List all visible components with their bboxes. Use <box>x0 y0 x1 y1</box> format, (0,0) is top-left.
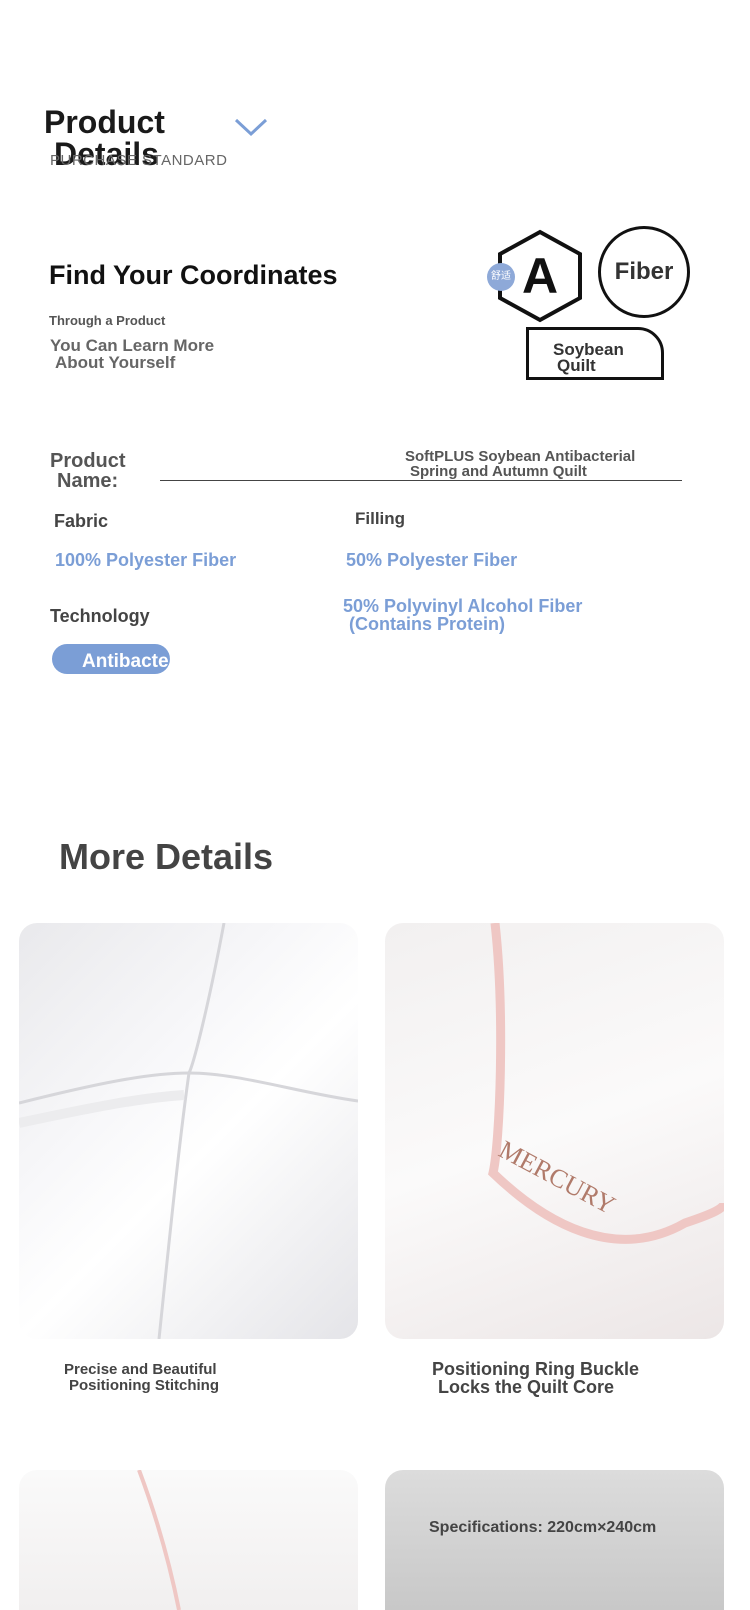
coordinates-title: Find Your Coordinates <box>49 260 338 290</box>
filling-label: Filling <box>355 509 406 528</box>
quilt-corner-image: MERCURY <box>488 923 724 1244</box>
product-name-value-b: Spring and Autumn Quilt <box>410 463 587 480</box>
fabric-value: 100% Polyester Fiber <box>55 550 237 570</box>
product-name-label-b: Name: <box>57 470 119 492</box>
comfort-badge: 舒适 <box>487 263 515 291</box>
product-name-label-a: Product <box>50 450 126 472</box>
filling-value-2a: 50% Polyvinyl Alcohol Fiber <box>343 596 583 616</box>
specification-photo <box>385 1470 724 1610</box>
mercury-label: MERCURY <box>494 1135 620 1220</box>
quilt-edge-photo <box>19 1470 358 1610</box>
fiber-badge: Fiber <box>598 226 690 318</box>
ring-buckle-photo: MERCURY <box>385 923 724 1339</box>
coordinates-line-2a: You Can Learn More <box>50 336 215 355</box>
product-name-label: Product Name: <box>50 451 126 491</box>
coordinates-line-2: You Can Learn More About Yourself <box>50 337 214 371</box>
technology-value: Antibacterial <box>82 651 198 672</box>
caption-ring-buckle-b: Locks the Quilt Core <box>438 1377 615 1397</box>
product-name-value-a: SoftPLUS Soybean Antibacterial <box>405 448 636 465</box>
filling-value-1: 50% Polyester Fiber <box>346 550 518 570</box>
product-name-value: SoftPLUS Soybean Antibacterial Spring an… <box>405 449 635 479</box>
caption-stitching-b: Positioning Stitching <box>69 1377 219 1394</box>
quilt-stitching-image <box>19 923 358 1339</box>
stitching-photo <box>19 923 358 1339</box>
caption-ring-buckle-a: Positioning Ring Buckle <box>432 1359 640 1379</box>
title-line-1: Product <box>44 104 165 140</box>
quilt-text: Quilt <box>557 356 596 375</box>
caption-stitching-a: Precise and Beautiful <box>64 1361 217 1378</box>
quilt-edge-image <box>137 1470 181 1610</box>
caption-ring-buckle: Positioning Ring Buckle Locks the Quilt … <box>432 1360 639 1396</box>
coordinates-line-2b: About Yourself <box>55 353 176 372</box>
chevron-down-icon[interactable] <box>234 116 268 138</box>
page-subtitle: PURCHASE STANDARD <box>50 152 228 169</box>
caption-stitching: Precise and Beautiful Positioning Stitch… <box>64 1362 219 1394</box>
fabric-label: Fabric <box>54 511 109 531</box>
filling-value-2: 50% Polyvinyl Alcohol Fiber (Contains Pr… <box>343 597 582 633</box>
specification-text: Specifications: 220cm×240cm <box>429 1519 657 1536</box>
product-name-divider <box>160 480 682 481</box>
filling-value-2b: (Contains Protein) <box>349 614 505 634</box>
more-details-title: More Details <box>59 836 274 877</box>
coordinates-line-1: Through a Product <box>49 313 166 328</box>
technology-label: Technology <box>50 606 150 626</box>
soybean-quilt-text: Soybean Quilt <box>553 341 624 375</box>
